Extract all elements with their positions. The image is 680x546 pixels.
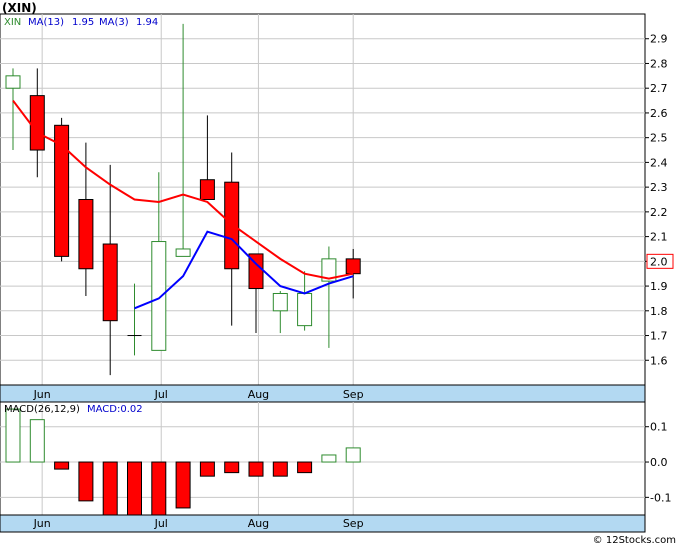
macd-bar xyxy=(175,461,191,509)
legend-ma3-label: MA(3) xyxy=(99,17,129,28)
last-price-label: 2.0 xyxy=(650,255,668,268)
macd-title: MACD(26,12,9) xyxy=(4,404,80,415)
price-y-tick-label: 2.3 xyxy=(650,181,668,194)
macd-x-tick-label: Aug xyxy=(248,517,269,530)
macd-bar xyxy=(345,447,361,463)
macd-x-tick-label: Jun xyxy=(33,517,51,530)
chart-title: (XIN) xyxy=(2,1,37,15)
price-y-tick-label: 1.9 xyxy=(650,280,668,293)
price-y-tick-label: 2.6 xyxy=(650,107,668,120)
price-y-tick-label: 2.4 xyxy=(650,156,668,169)
macd-bar xyxy=(297,461,313,474)
candle-body xyxy=(102,243,118,322)
price-y-tick-label: 2.5 xyxy=(650,132,668,145)
price-x-tick-label: Jun xyxy=(33,388,51,401)
candle-body xyxy=(29,95,45,151)
price-y-tick-label: 1.6 xyxy=(650,354,668,367)
candle-body xyxy=(345,258,361,275)
candle-body xyxy=(272,292,288,312)
macd-bar xyxy=(321,454,337,463)
candle-body xyxy=(224,181,240,270)
price-x-axis-band xyxy=(0,384,646,403)
candle-body xyxy=(199,179,215,200)
price-y-tick-label: 1.8 xyxy=(650,305,668,318)
macd-panel: 0.10.0-0.1 Jun Jul Aug Sep MACD(26,12,9) MAC… xyxy=(0,401,671,533)
macd-value: MACD:0.02 xyxy=(87,404,143,415)
price-y-tick-label: 1.7 xyxy=(650,330,668,343)
candle-body xyxy=(5,75,21,89)
macd-bar xyxy=(29,419,45,463)
macd-bar xyxy=(248,461,264,477)
macd-bar xyxy=(127,461,142,516)
macd-x-tick-label: Jul xyxy=(154,517,168,530)
macd-bar xyxy=(78,461,94,502)
price-panel-frame xyxy=(0,13,646,403)
candle-body xyxy=(151,241,167,351)
legend-symbol: XIN xyxy=(4,17,21,28)
candle-body xyxy=(175,248,191,257)
macd-bar xyxy=(151,461,167,516)
macd-y-tick-label: 0.1 xyxy=(650,421,668,434)
price-y-tick-label: 2.7 xyxy=(650,82,668,95)
legend-ma13-value: 1.95 xyxy=(72,17,94,28)
macd-y-tick-label: -0.1 xyxy=(650,491,671,504)
price-y-axis: 1.6 1.7 1.8 1.9 2.0 2.1 2.2 2.3 2.4 2.5 2.6 2.7 2.8 2… xyxy=(645,33,668,367)
price-y-tick-label: 2.8 xyxy=(650,57,668,70)
macd-x-axis-band xyxy=(0,514,646,533)
last-price-marker: 2.0 xyxy=(646,253,674,269)
watermark: © 12Stocks.com xyxy=(593,535,676,546)
macd-bar xyxy=(54,461,70,470)
price-y-tick-label: 2.9 xyxy=(650,33,668,46)
price-y-tick-label: 2.1 xyxy=(650,231,668,244)
macd-y-axis: 0.1 0.0 -0.1 xyxy=(645,421,671,504)
price-x-tick-label: Sep xyxy=(343,388,364,401)
legend-ma3-value: 1.94 xyxy=(136,17,158,28)
down-candle xyxy=(54,117,70,262)
candle-body xyxy=(297,292,313,327)
price-panel: 1.6 1.7 1.8 1.9 2.0 2.1 2.2 2.3 2.4 2.5 2.6 2.7 2.8 2… xyxy=(0,13,674,403)
stock-chart: (XIN) 1.6 1.7 1.8 1.9 2.0 2.1 2.2 2.3 2.4 2.5 2.6 2… xyxy=(0,1,676,546)
macd-legend: MACD(26,12,9) MACD:0.02 xyxy=(4,404,143,415)
price-x-tick-label: Aug xyxy=(248,388,269,401)
macd-bar xyxy=(224,461,240,474)
macd-bar xyxy=(272,461,288,477)
macd-y-tick-label: 0.0 xyxy=(650,456,668,469)
macd-x-tick-label: Sep xyxy=(343,517,364,530)
price-y-tick-label: 2.2 xyxy=(650,206,668,219)
macd-bar xyxy=(5,408,21,463)
macd-panel-frame xyxy=(0,401,646,533)
macd-bar xyxy=(199,461,215,477)
price-legend: XIN MA(13) 1.95 MA(3) 1.94 xyxy=(4,17,158,28)
macd-bar xyxy=(102,461,118,516)
legend-ma13-label: MA(13) xyxy=(28,17,64,28)
price-x-tick-label: Jul xyxy=(154,388,168,401)
candle-body xyxy=(78,199,94,270)
